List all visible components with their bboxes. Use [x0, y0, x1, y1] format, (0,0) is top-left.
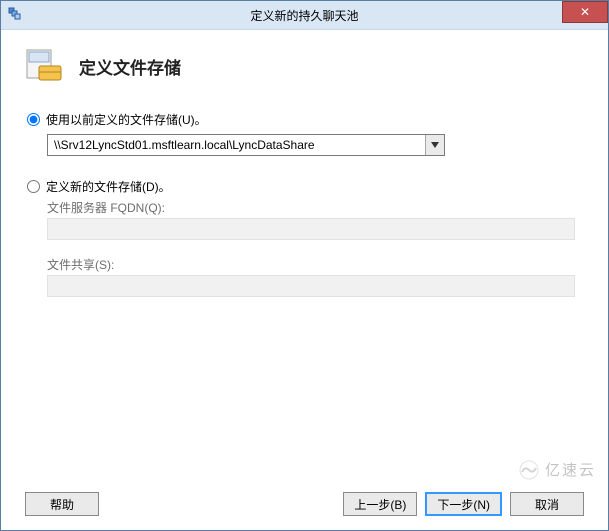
- fileshare-input: [47, 275, 575, 297]
- cancel-button[interactable]: 取消: [510, 492, 584, 516]
- app-icon: [7, 6, 23, 25]
- page-header: 定义文件存储: [25, 48, 584, 85]
- wizard-body: 定义文件存储 使用以前定义的文件存储(U)。 \\Srv12LyncStd01.…: [1, 30, 608, 530]
- radio-define-new-label: 定义新的文件存储(D)。: [46, 178, 171, 195]
- fileshare-label: 文件共享(S):: [47, 256, 584, 273]
- existing-filestore-dropdown[interactable]: \\Srv12LyncStd01.msftlearn.local\LyncDat…: [47, 134, 445, 156]
- chevron-down-icon: [431, 142, 439, 148]
- option-existing-row: 使用以前定义的文件存储(U)。: [25, 111, 584, 128]
- button-gap: [99, 492, 335, 516]
- window-title: 定义新的持久聊天池: [1, 7, 608, 24]
- wizard-window: 定义新的持久聊天池 ✕ 定义文件存储 使用以前定义的文件存储(U)。 \\Srv…: [0, 0, 609, 531]
- close-button[interactable]: ✕: [562, 1, 608, 23]
- spacer: [25, 311, 584, 482]
- radio-use-existing[interactable]: [27, 113, 40, 126]
- titlebar: 定义新的持久聊天池 ✕: [1, 1, 608, 30]
- button-row: 帮助 上一步(B) 下一步(N) 取消: [25, 482, 584, 516]
- file-store-icon: [25, 48, 65, 85]
- fqdn-input: [47, 218, 575, 240]
- option-new-row: 定义新的文件存储(D)。: [25, 178, 584, 195]
- close-icon: ✕: [580, 6, 590, 18]
- dropdown-arrow[interactable]: [425, 135, 444, 155]
- radio-define-new[interactable]: [27, 180, 40, 193]
- next-button[interactable]: 下一步(N): [425, 492, 502, 516]
- page-title: 定义文件存储: [79, 54, 181, 79]
- back-button[interactable]: 上一步(B): [343, 492, 417, 516]
- fqdn-label: 文件服务器 FQDN(Q):: [47, 199, 584, 216]
- existing-filestore-value: \\Srv12LyncStd01.msftlearn.local\LyncDat…: [48, 138, 425, 152]
- help-button[interactable]: 帮助: [25, 492, 99, 516]
- radio-use-existing-label: 使用以前定义的文件存储(U)。: [46, 111, 207, 128]
